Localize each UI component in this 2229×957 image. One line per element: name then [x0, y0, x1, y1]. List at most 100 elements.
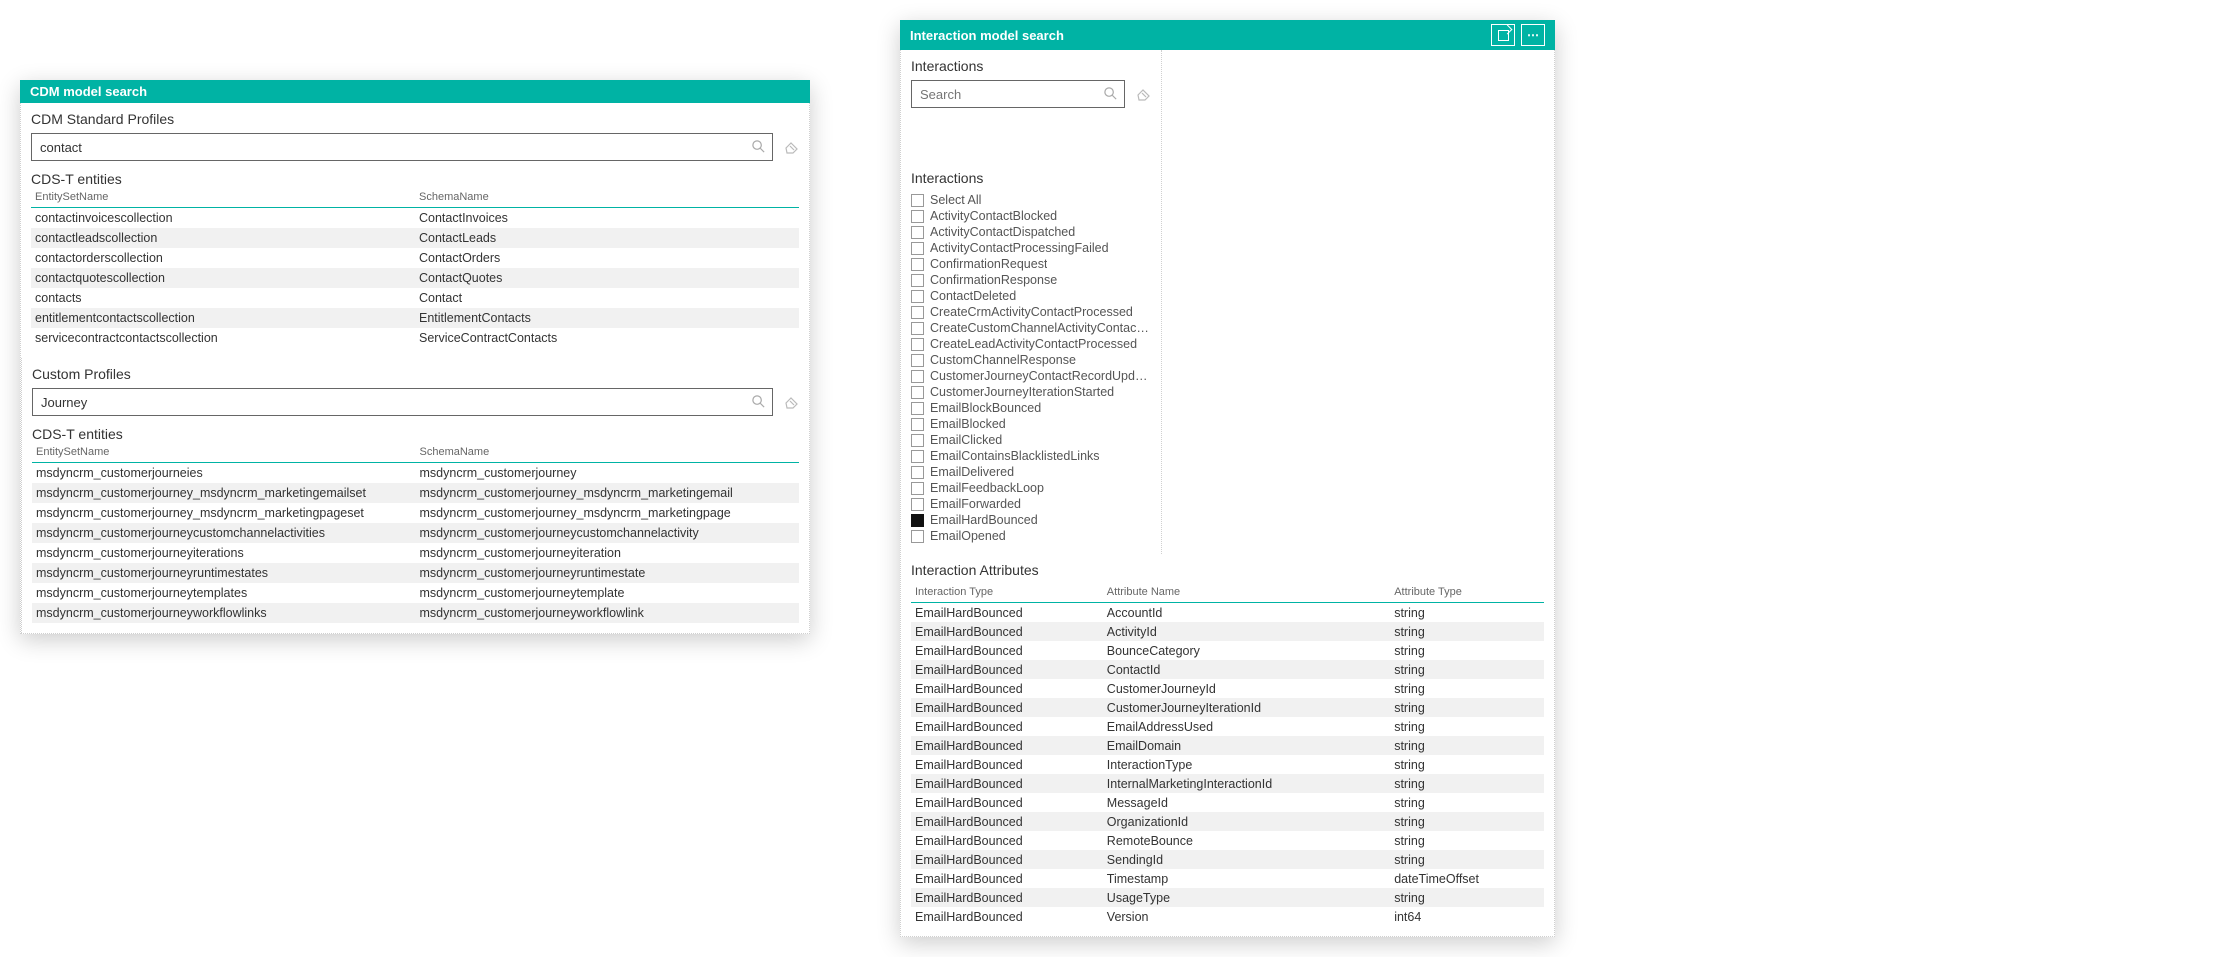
col-attribute-name[interactable]: Attribute Name: [1103, 584, 1390, 603]
table-row[interactable]: msdyncrm_customerjourneiesmsdyncrm_custo…: [32, 463, 799, 484]
interaction-item[interactable]: EmailDelivered: [911, 464, 1151, 480]
checkbox-icon[interactable]: [911, 386, 924, 399]
checkbox-icon[interactable]: [911, 418, 924, 431]
checkbox-icon[interactable]: [911, 434, 924, 447]
table-row[interactable]: EmailHardBouncedOrganizationIdstring: [911, 812, 1544, 831]
table-row[interactable]: EmailHardBouncedEmailAddressUsedstring: [911, 717, 1544, 736]
cdm-model-search-panel: CDM model search CDM Standard Profiles C…: [20, 80, 810, 634]
interaction-item[interactable]: CreateCrmActivityContactProcessed: [911, 304, 1151, 320]
table-row[interactable]: contactsContact: [31, 288, 799, 308]
custom-search-input[interactable]: [33, 391, 772, 414]
checkbox-icon[interactable]: [911, 226, 924, 239]
table-row[interactable]: EmailHardBouncedCustomerJourneyIdstring: [911, 679, 1544, 698]
checkbox-icon[interactable]: [911, 514, 924, 527]
eraser-icon[interactable]: [1135, 87, 1151, 101]
table-row[interactable]: msdyncrm_customerjourneyworkflowlinksmsd…: [32, 603, 799, 623]
table-row[interactable]: entitlementcontactscollectionEntitlement…: [31, 308, 799, 328]
col-attribute-type[interactable]: Attribute Type: [1390, 584, 1544, 603]
table-cell: EmailHardBounced: [911, 660, 1103, 679]
checkbox-icon[interactable]: [911, 258, 924, 271]
checkbox-icon[interactable]: [911, 466, 924, 479]
table-row[interactable]: contactorderscollectionContactOrders: [31, 248, 799, 268]
table-row[interactable]: EmailHardBouncedSendingIdstring: [911, 850, 1544, 869]
interaction-item[interactable]: CustomerJourneyContactRecordUpdated: [911, 368, 1151, 384]
checkbox-icon[interactable]: [911, 322, 924, 335]
checkbox-icon[interactable]: [911, 290, 924, 303]
table-row[interactable]: msdyncrm_customerjourney_msdyncrm_market…: [32, 503, 799, 523]
checkbox-icon[interactable]: [911, 402, 924, 415]
col-entitysetname[interactable]: EntitySetName: [31, 189, 415, 208]
eraser-icon[interactable]: [783, 395, 799, 409]
checkbox-icon[interactable]: [911, 194, 924, 207]
interaction-item[interactable]: ActivityContactDispatched: [911, 224, 1151, 240]
table-row[interactable]: EmailHardBouncedInteractionTypestring: [911, 755, 1544, 774]
interaction-item[interactable]: EmailBlocked: [911, 416, 1151, 432]
interaction-item[interactable]: EmailOpened: [911, 528, 1151, 544]
table-row[interactable]: EmailHardBouncedEmailDomainstring: [911, 736, 1544, 755]
interaction-item[interactable]: CreateLeadActivityContactProcessed: [911, 336, 1151, 352]
interaction-item[interactable]: EmailHardBounced: [911, 512, 1151, 528]
interaction-item[interactable]: EmailClicked: [911, 432, 1151, 448]
more-icon[interactable]: ⋯: [1521, 24, 1545, 46]
checkbox-icon[interactable]: [911, 242, 924, 255]
checkbox-icon[interactable]: [911, 210, 924, 223]
table-row[interactable]: msdyncrm_customerjourneyruntimestatesmsd…: [32, 563, 799, 583]
interaction-item[interactable]: Select All: [911, 192, 1151, 208]
interaction-item[interactable]: ConfirmationRequest: [911, 256, 1151, 272]
interaction-item[interactable]: ConfirmationResponse: [911, 272, 1151, 288]
table-row[interactable]: EmailHardBouncedActivityIdstring: [911, 622, 1544, 641]
table-row[interactable]: msdyncrm_customerjourneytemplatesmsdyncr…: [32, 583, 799, 603]
table-cell: msdyncrm_customerjourneyworkflowlinks: [32, 603, 416, 623]
interaction-label: EmailDelivered: [930, 465, 1014, 479]
table-row[interactable]: msdyncrm_customerjourneycustomchannelact…: [32, 523, 799, 543]
interaction-item[interactable]: EmailBlockBounced: [911, 400, 1151, 416]
table-row[interactable]: EmailHardBouncedVersionint64: [911, 907, 1544, 926]
checkbox-icon[interactable]: [911, 306, 924, 319]
table-row[interactable]: EmailHardBouncedBounceCategorystring: [911, 641, 1544, 660]
table-row[interactable]: EmailHardBouncedTimestampdateTimeOffset: [911, 869, 1544, 888]
table-row[interactable]: EmailHardBouncedInternalMarketingInterac…: [911, 774, 1544, 793]
table-row[interactable]: msdyncrm_customerjourney_msdyncrm_market…: [32, 483, 799, 503]
table-row[interactable]: msdyncrm_customerjourneyiterationsmsdync…: [32, 543, 799, 563]
checkbox-icon[interactable]: [911, 450, 924, 463]
table-row[interactable]: contactinvoicescollectionContactInvoices: [31, 208, 799, 229]
checkbox-icon[interactable]: [911, 338, 924, 351]
checkbox-icon[interactable]: [911, 354, 924, 367]
interaction-item[interactable]: ActivityContactBlocked: [911, 208, 1151, 224]
checkbox-icon[interactable]: [911, 482, 924, 495]
interactions-search-input[interactable]: [912, 83, 1124, 106]
checkbox-icon[interactable]: [911, 530, 924, 543]
interaction-label: EmailHardBounced: [930, 513, 1038, 527]
interaction-item[interactable]: EmailContainsBlacklistedLinks: [911, 448, 1151, 464]
table-row[interactable]: EmailHardBouncedCustomerJourneyIteration…: [911, 698, 1544, 717]
table-row[interactable]: EmailHardBouncedMessageIdstring: [911, 793, 1544, 812]
table-cell: EmailDomain: [1103, 736, 1390, 755]
table-row[interactable]: contactquotescollectionContactQuotes: [31, 268, 799, 288]
interaction-item[interactable]: ContactDeleted: [911, 288, 1151, 304]
table-cell: CustomerJourneyId: [1103, 679, 1390, 698]
checkbox-icon[interactable]: [911, 274, 924, 287]
table-row[interactable]: contactleadscollectionContactLeads: [31, 228, 799, 248]
table-row[interactable]: EmailHardBouncedUsageTypestring: [911, 888, 1544, 907]
checkbox-icon[interactable]: [911, 498, 924, 511]
checkbox-icon[interactable]: [911, 370, 924, 383]
table-row[interactable]: servicecontractcontactscollectionService…: [31, 328, 799, 348]
table-cell: msdyncrm_customerjourneytemplate: [416, 583, 800, 603]
col-entitysetname[interactable]: EntitySetName: [32, 444, 416, 463]
eraser-icon[interactable]: [783, 140, 799, 154]
table-cell: EmailHardBounced: [911, 603, 1103, 623]
col-schemaname[interactable]: SchemaName: [416, 444, 800, 463]
interaction-item[interactable]: CustomChannelResponse: [911, 352, 1151, 368]
table-row[interactable]: EmailHardBouncedRemoteBouncestring: [911, 831, 1544, 850]
col-schemaname[interactable]: SchemaName: [415, 189, 799, 208]
col-interaction-type[interactable]: Interaction Type: [911, 584, 1103, 603]
popout-icon[interactable]: [1491, 24, 1515, 46]
table-row[interactable]: EmailHardBouncedAccountIdstring: [911, 603, 1544, 623]
interaction-item[interactable]: EmailForwarded: [911, 496, 1151, 512]
interaction-item[interactable]: CreateCustomChannelActivityContactProc..…: [911, 320, 1151, 336]
interaction-item[interactable]: ActivityContactProcessingFailed: [911, 240, 1151, 256]
cdm-standard-search-input[interactable]: [32, 136, 772, 159]
table-row[interactable]: EmailHardBouncedContactIdstring: [911, 660, 1544, 679]
interaction-item[interactable]: CustomerJourneyIterationStarted: [911, 384, 1151, 400]
interaction-item[interactable]: EmailFeedbackLoop: [911, 480, 1151, 496]
